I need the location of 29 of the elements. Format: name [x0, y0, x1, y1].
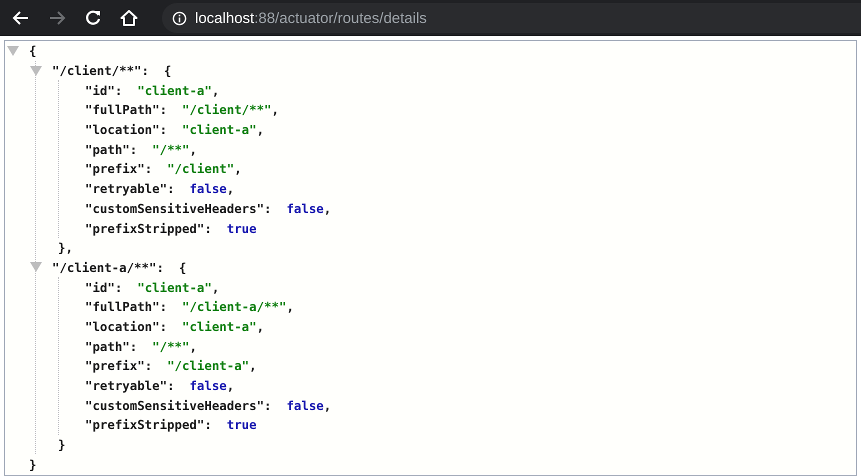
code-line: { [29, 43, 36, 58]
code-line: "location": "client-a", [85, 318, 264, 334]
collapse-toggle-icon[interactable] [30, 66, 42, 76]
collapse-toggle-icon[interactable] [30, 262, 42, 272]
code-line: "location": "client-a", [85, 122, 264, 138]
info-icon [172, 10, 187, 26]
code-line: "prefix": "/client-a", [85, 358, 257, 374]
code-line: "/client/**": { [52, 63, 172, 78]
code-line: "fullPath": "/client-a/**", [85, 299, 294, 314]
code-line: "path": "/**", [85, 142, 197, 157]
home-button[interactable] [118, 7, 140, 29]
code-line: "customSensitiveHeaders": false, [85, 398, 332, 413]
code-line: "prefix": "/client", [85, 161, 242, 176]
code-line: "id": "client-a", [85, 280, 220, 295]
code-line: "prefixStripped": true [85, 220, 257, 236]
code-line: }, [58, 240, 73, 256]
collapse-toggle-icon[interactable] [7, 46, 19, 56]
code-line: "fullPath": "/client/**", [85, 102, 279, 118]
code-line: "retryable": false, [85, 378, 234, 394]
url-text: localhost:88/actuator/routes/details [195, 10, 427, 26]
code-line: "retryable": false, [85, 181, 234, 196]
code-line: "id": "client-a", [85, 82, 220, 98]
code-line: "/client-a/**": { [52, 260, 186, 275]
code-line: "path": "/**", [85, 338, 197, 354]
code-line: } [58, 437, 66, 452]
address-bar[interactable]: localhost:88/actuator/routes/details [162, 3, 861, 33]
code-line: "customSensitiveHeaders": false, [85, 200, 332, 216]
code-line: } [29, 456, 36, 472]
code-line: "prefixStripped": true [85, 417, 257, 432]
